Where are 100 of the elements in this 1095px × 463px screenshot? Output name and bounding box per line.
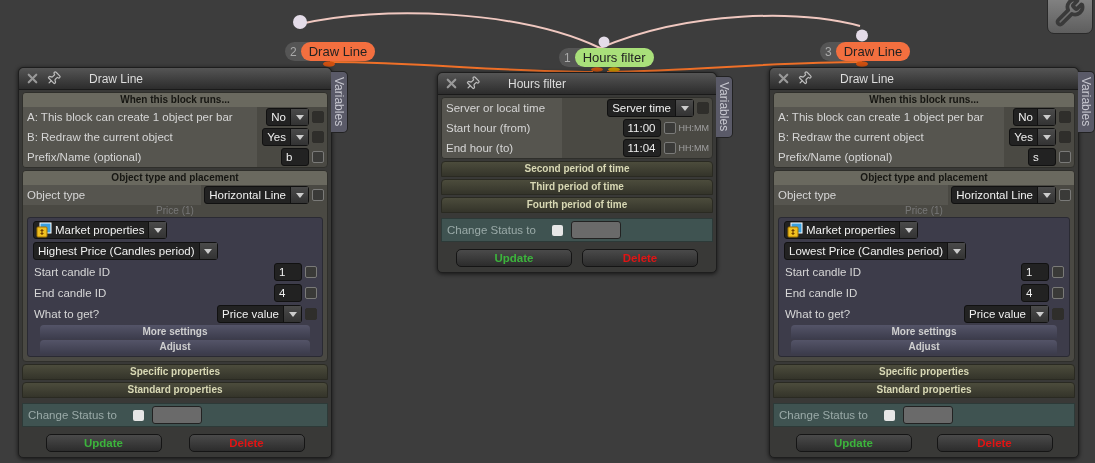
money-folder-icon	[787, 222, 803, 238]
update-button[interactable]: Update	[456, 249, 572, 267]
node-label: Hours filter	[574, 48, 654, 67]
status-checkbox[interactable]	[883, 409, 895, 421]
checkbox[interactable]	[1059, 189, 1071, 201]
status-label: Change Status to	[28, 409, 117, 421]
field-label: End candle ID	[33, 286, 108, 301]
input-port[interactable]	[293, 15, 307, 29]
output-port[interactable]	[591, 67, 603, 72]
dropdown[interactable]: Server time	[607, 99, 694, 117]
input-field[interactable]: 4	[1021, 284, 1049, 302]
node-label: Draw Line	[835, 42, 911, 61]
field-label: B: Redraw the current object	[774, 127, 1004, 147]
node-tag[interactable]: 3 Draw Line	[820, 42, 911, 61]
input-field[interactable]: 11:00	[622, 119, 661, 137]
collapsed-section[interactable]: Fourth period of time	[441, 197, 713, 213]
input-field[interactable]: b	[281, 148, 309, 166]
caret-icon	[952, 248, 961, 254]
input-field[interactable]: 4	[274, 284, 302, 302]
field-label: Object type	[23, 185, 202, 205]
checkbox[interactable]	[663, 122, 676, 134]
status-color-field[interactable]	[902, 406, 953, 424]
source-dropdown[interactable]: Market properties	[33, 221, 168, 239]
caret-icon	[905, 227, 913, 233]
node-number: 1	[564, 50, 572, 65]
node-number: 2	[290, 44, 298, 59]
caret-icon	[295, 134, 304, 140]
checkbox[interactable]	[1052, 287, 1064, 299]
dropdown[interactable]: Horizontal Line	[951, 186, 1056, 204]
checkbox[interactable]	[312, 151, 324, 163]
field-label: Object type	[774, 185, 949, 205]
collapsed-section[interactable]: Second period of time	[441, 161, 713, 177]
checkbox[interactable]	[305, 287, 317, 299]
checkbox[interactable]	[1059, 151, 1071, 163]
field-label: What to get?	[33, 307, 101, 322]
format-hint: HH:MM	[678, 123, 709, 133]
status-label: Change Status to	[779, 409, 868, 421]
settings-bar[interactable]: More settings	[40, 325, 310, 339]
close-icon[interactable]	[444, 76, 459, 91]
collapsed-section[interactable]: Standard properties	[22, 382, 328, 398]
collapsed-section[interactable]: Third period of time	[441, 179, 713, 195]
status-color-field[interactable]	[570, 221, 621, 239]
money-folder-icon	[36, 222, 52, 238]
input-port[interactable]	[856, 29, 868, 42]
section-heading: When this block runs...	[23, 93, 327, 107]
section-heading: Object type and placement	[23, 171, 327, 185]
variables-tab[interactable]: Variables	[331, 71, 348, 133]
dropdown[interactable]: No	[1013, 108, 1056, 126]
input-field[interactable]: s	[1028, 148, 1056, 166]
dropdown[interactable]: Highest Price (Candles period)	[33, 242, 218, 260]
format-hint: HH:MM	[678, 143, 709, 153]
caret-icon	[1042, 134, 1051, 140]
source-dropdown[interactable]: Market properties	[784, 221, 919, 239]
output-port[interactable]	[856, 61, 868, 67]
status-checkbox[interactable]	[551, 224, 563, 236]
dropdown[interactable]: Lowest Price (Candles period)	[784, 242, 967, 260]
output-port[interactable]	[608, 67, 620, 72]
variables-tab[interactable]: Variables	[716, 76, 733, 138]
dropdown[interactable]: Yes	[262, 128, 309, 146]
section-heading: When this block runs...	[774, 93, 1074, 107]
dropdown[interactable]: Price value	[964, 305, 1049, 323]
checkbox[interactable]	[312, 189, 324, 201]
checkbox[interactable]	[1052, 266, 1064, 278]
settings-button[interactable]	[1047, 0, 1093, 34]
section-heading: Object type and placement	[774, 171, 1074, 185]
input-field[interactable]: 1	[274, 263, 302, 281]
dropdown[interactable]: No	[266, 108, 309, 126]
node-tag[interactable]: 1 Hours filter	[559, 48, 654, 67]
panel-title: Hours filter	[508, 76, 566, 91]
collapsed-section[interactable]: Specific properties	[773, 364, 1075, 380]
node-number: 3	[825, 44, 833, 59]
status-color-field[interactable]	[151, 406, 202, 424]
output-port[interactable]	[323, 61, 335, 67]
settings-bar[interactable]: More settings	[791, 325, 1057, 339]
input-field[interactable]: 1	[1021, 263, 1049, 281]
collapsed-section[interactable]: Specific properties	[22, 364, 328, 380]
collapsed-section[interactable]: Standard properties	[773, 382, 1075, 398]
checkbox[interactable]	[305, 266, 317, 278]
caret-icon	[288, 311, 297, 317]
input-port[interactable]	[598, 36, 610, 48]
settings-bar[interactable]: Adjust	[791, 340, 1057, 354]
update-button[interactable]: Update	[795, 434, 912, 452]
dropdown[interactable]: Yes	[1009, 128, 1056, 146]
dropdown[interactable]: Price value	[217, 305, 302, 323]
field-label: Start candle ID	[33, 265, 112, 280]
update-button[interactable]: Update	[45, 434, 162, 452]
caret-icon	[680, 105, 689, 111]
caret-icon	[1035, 311, 1044, 317]
close-icon[interactable]	[776, 71, 791, 86]
status-checkbox[interactable]	[132, 409, 144, 421]
field-label: Prefix/Name (optional)	[23, 147, 257, 167]
node-tag[interactable]: 2 Draw Line	[285, 42, 376, 61]
close-icon[interactable]	[25, 71, 40, 86]
input-field[interactable]: 11:04	[622, 139, 661, 157]
field-label: A: This block can create 1 object per bar	[23, 107, 257, 127]
settings-bar[interactable]: Adjust	[40, 340, 310, 354]
checkbox[interactable]	[663, 142, 676, 154]
dropdown[interactable]: Horizontal Line	[204, 186, 309, 204]
caret-icon	[204, 248, 213, 254]
variables-tab[interactable]: Variables	[1078, 71, 1095, 133]
